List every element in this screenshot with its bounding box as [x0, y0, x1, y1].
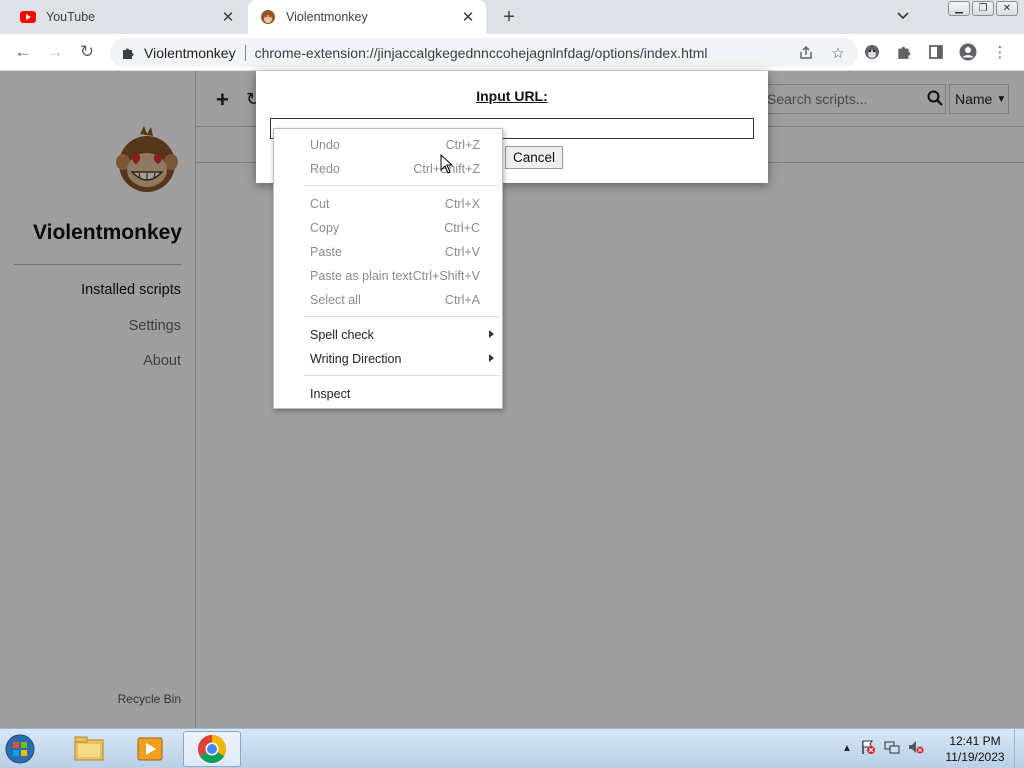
menu-item-label: Undo	[310, 138, 340, 152]
menu-item-label: Inspect	[310, 387, 351, 401]
submenu-arrow-icon	[489, 354, 494, 362]
menu-item-shortcut: Ctrl+X	[444, 197, 480, 211]
youtube-icon	[20, 9, 36, 25]
back-icon[interactable]: ←	[12, 41, 34, 63]
menu-item-paste-plain[interactable]: Paste as plain text Ctrl+Shift+V	[274, 265, 502, 287]
show-desktop-button[interactable]	[1014, 729, 1024, 768]
clock-date: 11/19/2023	[945, 750, 1005, 764]
menu-item-shortcut: Ctrl+V	[444, 245, 480, 259]
volume-muted-icon[interactable]	[908, 739, 924, 758]
chrome-taskbar-icon[interactable]	[183, 731, 241, 767]
bookmark-star-icon[interactable]: ☆	[828, 43, 848, 63]
menu-item-shortcut: Ctrl+A	[444, 293, 480, 307]
system-tray: ▲	[842, 739, 924, 758]
toolbar-actions: ⋮	[862, 42, 1010, 62]
menu-separator	[304, 375, 500, 376]
menu-item-copy[interactable]: Copy Ctrl+C	[274, 217, 502, 239]
cancel-button[interactable]: Cancel	[505, 146, 564, 169]
site-label: Violentmonkey	[144, 44, 236, 61]
context-menu: Undo Ctrl+Z Redo Ctrl+Shift+Z Cut Ctrl+X…	[273, 128, 503, 409]
menu-item-label: Paste	[310, 245, 342, 259]
menu-item-spell-check[interactable]: Spell check	[274, 324, 502, 346]
menu-item-label: Copy	[310, 221, 340, 235]
menu-item-cut[interactable]: Cut Ctrl+X	[274, 193, 502, 215]
share-icon[interactable]	[796, 43, 816, 63]
menu-item-label: Paste as plain text	[310, 269, 413, 283]
window-controls: ▁ ❐ ✕	[948, 1, 1018, 16]
options-page: Violentmonkey Installed scripts Settings…	[0, 71, 1024, 728]
reload-icon[interactable]: ↻	[76, 41, 98, 63]
mouse-cursor-icon	[440, 153, 454, 177]
menu-separator	[304, 316, 500, 317]
menu-item-writing-direction[interactable]: Writing Direction	[274, 348, 502, 370]
close-tab-icon[interactable]: ✕	[458, 7, 478, 27]
show-hidden-icons-icon[interactable]: ▲	[842, 743, 852, 754]
menu-item-shortcut: Ctrl+Shift+V	[412, 269, 480, 283]
tab-title: Violentmonkey	[286, 10, 368, 24]
file-explorer-icon[interactable]	[60, 731, 118, 767]
windows-taskbar: ▲ 12:41 PM 11/19/2023	[0, 728, 1024, 768]
forward-icon[interactable]: →	[44, 41, 66, 63]
extensions-icon[interactable]	[894, 42, 914, 62]
menu-item-label: Cut	[310, 197, 330, 211]
menu-item-paste[interactable]: Paste Ctrl+V	[274, 241, 502, 263]
address-bar[interactable]: Violentmonkey chrome-extension://jinjacc…	[110, 38, 858, 67]
menu-item-shortcut: Ctrl+C	[444, 221, 480, 235]
restore-icon[interactable]: ❐	[972, 1, 994, 16]
tab-search-icon[interactable]	[896, 9, 914, 25]
menu-kebab-icon[interactable]: ⋮	[990, 42, 1010, 62]
minimize-icon[interactable]: ▁	[948, 1, 970, 16]
tab-violentmonkey[interactable]: Violentmonkey ✕	[248, 0, 486, 34]
menu-item-label: Redo	[310, 162, 340, 176]
start-button[interactable]	[0, 730, 40, 768]
submenu-arrow-icon	[489, 330, 494, 338]
menu-item-label: Spell check	[310, 328, 374, 342]
menu-item-undo[interactable]: Undo Ctrl+Z	[274, 134, 502, 156]
violentmonkey-extension-icon[interactable]	[862, 42, 882, 62]
action-center-flag-icon[interactable]	[860, 739, 876, 758]
media-player-icon[interactable]	[121, 731, 179, 767]
browser-toolbar: ← → ↻ Violentmonkey chrome-extension://j…	[0, 34, 1024, 71]
dialog-title: Input URL:	[476, 88, 548, 104]
clock-time: 12:41 PM	[949, 734, 1001, 748]
close-tab-icon[interactable]: ✕	[218, 7, 238, 27]
divider	[244, 44, 246, 61]
menu-item-inspect[interactable]: Inspect	[274, 383, 502, 405]
menu-item-label: Writing Direction	[310, 352, 402, 366]
new-tab-icon[interactable]: +	[498, 7, 520, 29]
menu-item-redo[interactable]: Redo Ctrl+Shift+Z	[274, 158, 502, 180]
tab-strip: YouTube ✕ Violentmonkey ✕ + ▁ ❐ ✕	[0, 0, 1024, 34]
close-window-icon[interactable]: ✕	[996, 1, 1018, 16]
profile-avatar-icon[interactable]	[958, 42, 978, 62]
network-icon[interactable]	[884, 739, 900, 758]
menu-item-select-all[interactable]: Select all Ctrl+A	[274, 289, 502, 311]
menu-item-label: Select all	[310, 293, 361, 307]
puzzle-icon	[120, 45, 136, 61]
url-text: chrome-extension://jinjaccalgkegednnccoh…	[254, 44, 708, 61]
side-panel-icon[interactable]	[926, 42, 946, 62]
tab-title: YouTube	[46, 10, 96, 24]
menu-separator	[304, 185, 500, 186]
tab-youtube[interactable]: YouTube ✕	[8, 0, 246, 34]
taskbar-clock[interactable]: 12:41 PM 11/19/2023	[940, 733, 1010, 765]
menu-item-shortcut: Ctrl+Z	[445, 138, 480, 152]
violentmonkey-icon	[260, 9, 276, 25]
omnibox-actions: ☆	[796, 43, 848, 63]
